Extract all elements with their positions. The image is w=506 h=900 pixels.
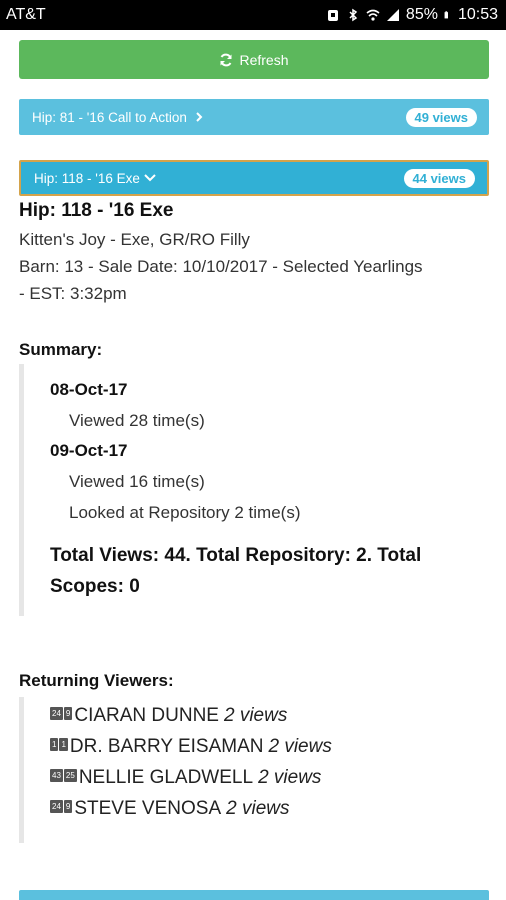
barn-line: Barn: 13 - Sale Date: 10/10/2017 - Selec… xyxy=(19,257,423,276)
summary-view-line: Viewed 16 time(s) xyxy=(69,472,205,491)
est-line: - EST: 3:32pm xyxy=(19,284,127,303)
chevron-right-icon xyxy=(195,111,203,122)
clock: 10:53 xyxy=(457,6,498,23)
viewer-views: 2 views xyxy=(223,705,288,726)
viewer-views: 2 views xyxy=(226,798,290,819)
viewer-chips: 43 25 xyxy=(50,769,77,782)
viewer-chips: 11 xyxy=(50,738,68,751)
summary-day: 08-Oct-17 xyxy=(50,380,127,400)
hip-detail: Hip: 118 - '16 Exe Kitten's Joy - Exe, G… xyxy=(19,200,489,307)
hip-item-label: Hip: 81 - '16 Call to Action xyxy=(32,110,204,125)
summary-totals: Total Views: 44. Total Repository: 2. To… xyxy=(50,545,422,597)
summary-view-line: Looked at Repository 2 time(s) xyxy=(69,503,301,522)
viewer-views: 2 views xyxy=(258,767,322,788)
viewer-row[interactable]: 24 9 CIARAN DUNNE 2 views xyxy=(50,705,332,736)
summary-view-line: Viewed 28 time(s) xyxy=(69,411,205,430)
detail-title: Hip: 118 - '16 Exe xyxy=(19,200,174,221)
viewer-row[interactable]: 43 25 NELLIE GLADWELL 2 views xyxy=(50,767,332,798)
status-icons: 85% 10:53 xyxy=(326,6,498,24)
summary-well: 08-Oct-17 Viewed 28 time(s) 09-Oct-17 Vi… xyxy=(19,364,489,616)
viewer-name: STEVE VENOSA xyxy=(74,798,222,819)
battery-icon xyxy=(444,11,448,19)
viewer-views: 2 views xyxy=(268,736,332,757)
viewer-row[interactable]: 11 DR. BARRY EISAMAN 2 views xyxy=(50,736,332,767)
summary-date: 08-Oct-17 xyxy=(50,380,128,399)
viewer-list: 24 9 CIARAN DUNNE 2 views 11 DR. BARRY EI… xyxy=(50,705,332,829)
refresh-label: Refresh xyxy=(239,51,289,68)
viewer-name: CIARAN DUNNE xyxy=(74,705,219,726)
viewer-chips: 24 9 xyxy=(50,707,73,720)
returning-viewers-label: Returning Viewers: xyxy=(19,671,174,690)
battery-level: 85% xyxy=(405,6,438,23)
viewer-name: DR. BARRY EISAMAN xyxy=(69,736,264,757)
refresh-icon xyxy=(220,53,232,66)
pedigree-line: Kitten's Joy - Exe, GR/RO Filly xyxy=(19,230,250,249)
views-badge: 49 views xyxy=(405,107,477,127)
bluetooth-icon xyxy=(349,8,358,22)
notification-icon xyxy=(327,10,338,21)
refresh-button[interactable]: Refresh xyxy=(19,40,489,79)
summary-date: 09-Oct-17 xyxy=(50,441,128,460)
views-badge: 44 views xyxy=(403,168,475,188)
viewer-row[interactable]: 24 9 STEVE VENOSA 2 views xyxy=(50,798,332,829)
summary-label: Summary: xyxy=(19,340,103,359)
status-bar: AT&T 85% 10:53 xyxy=(0,0,506,30)
signal-icon xyxy=(386,9,399,21)
hip-item-118[interactable]: Hip: 118 - '16 Exe 44 views xyxy=(19,160,489,196)
hip-item-81[interactable]: Hip: 81 - '16 Call to Action 49 views xyxy=(19,99,489,135)
hip-item-next[interactable] xyxy=(19,890,489,900)
wifi-icon xyxy=(366,9,380,21)
carrier-label: AT&T xyxy=(6,6,46,23)
hip-item-label: Hip: 118 - '16 Exe xyxy=(34,171,156,186)
viewer-name: NELLIE GLADWELL xyxy=(78,767,254,788)
viewer-chips: 24 9 xyxy=(50,800,73,813)
chevron-down-icon xyxy=(143,173,156,181)
returning-viewers-well: 24 9 CIARAN DUNNE 2 views 11 DR. BARRY EI… xyxy=(19,697,489,843)
